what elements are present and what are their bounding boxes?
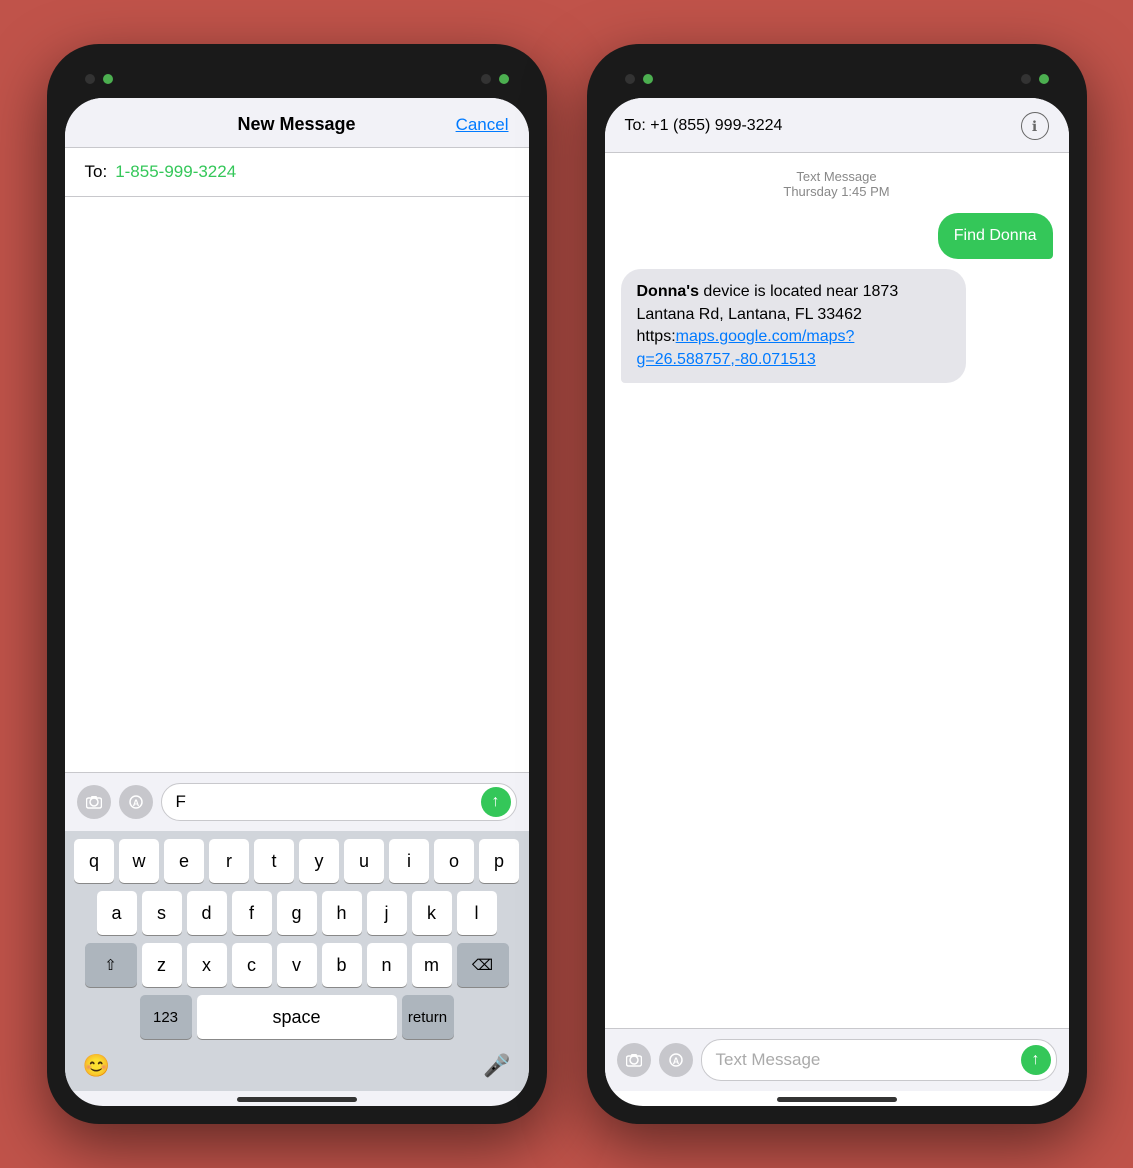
- to-field[interactable]: To: 1-855-999-3224: [65, 148, 529, 197]
- keyboard-row-1: q w e r t y u i o p: [69, 839, 525, 883]
- key-k[interactable]: k: [412, 891, 452, 935]
- dot-4: [499, 74, 509, 84]
- camera-button[interactable]: [77, 785, 111, 819]
- right-notch-bar: [605, 62, 1069, 98]
- key-p[interactable]: p: [479, 839, 519, 883]
- key-q[interactable]: q: [74, 839, 114, 883]
- svg-text:A: A: [672, 1056, 679, 1066]
- received-message-row: Donna's device is located near 1873 Lant…: [621, 269, 1053, 383]
- dot-1: [85, 74, 95, 84]
- left-notch-bar: [65, 62, 529, 98]
- keyboard-row-4: 123 space return: [69, 995, 525, 1039]
- chat-to-field: To: +1 (855) 999-3224: [625, 117, 783, 135]
- keyboard-row-2: a s d f g h j k l: [69, 891, 525, 935]
- key-space[interactable]: space: [197, 995, 397, 1039]
- message-input[interactable]: F: [161, 783, 517, 821]
- key-shift[interactable]: ⇧: [85, 943, 137, 987]
- key-123[interactable]: 123: [140, 995, 192, 1039]
- chat-text-input[interactable]: Text Message: [701, 1039, 1057, 1081]
- chat-input-bar: A Text Message: [605, 1028, 1069, 1091]
- chat-input-wrapper: Text Message: [701, 1039, 1057, 1081]
- left-home-indicator: [237, 1097, 357, 1102]
- dot-6: [643, 74, 653, 84]
- key-t[interactable]: t: [254, 839, 294, 883]
- dot-5: [625, 74, 635, 84]
- chat-to-label: To:: [625, 117, 646, 134]
- key-return[interactable]: return: [402, 995, 454, 1039]
- right-home-indicator: [777, 1097, 897, 1102]
- key-i[interactable]: i: [389, 839, 429, 883]
- nav-title: New Message: [237, 114, 355, 135]
- to-number: 1-855-999-3224: [115, 162, 236, 182]
- key-w[interactable]: w: [119, 839, 159, 883]
- keyboard-row-3: ⇧ z x c v b n m ⌫: [69, 943, 525, 987]
- chat-header: To: +1 (855) 999-3224 ℹ: [605, 98, 1069, 153]
- key-z[interactable]: z: [142, 943, 182, 987]
- key-r[interactable]: r: [209, 839, 249, 883]
- key-backspace[interactable]: ⌫: [457, 943, 509, 987]
- key-g[interactable]: g: [277, 891, 317, 935]
- apps-button[interactable]: A: [119, 785, 153, 819]
- key-m[interactable]: m: [412, 943, 452, 987]
- key-n[interactable]: n: [367, 943, 407, 987]
- right-notch-dots-left: [625, 74, 653, 84]
- right-notch-dots-right: [1021, 74, 1049, 84]
- cancel-button[interactable]: Cancel: [456, 115, 509, 135]
- left-phone: New Message Cancel To: 1-855-999-3224: [47, 44, 547, 1124]
- chat-camera-button[interactable]: [617, 1043, 651, 1077]
- key-f[interactable]: f: [232, 891, 272, 935]
- microphone-icon[interactable]: 🎤: [483, 1053, 510, 1079]
- key-e[interactable]: e: [164, 839, 204, 883]
- message-body: [65, 197, 529, 772]
- received-text-main: Donna's device is located near 1873 Lant…: [637, 283, 899, 367]
- key-b[interactable]: b: [322, 943, 362, 987]
- message-time: Thursday 1:45 PM: [621, 184, 1053, 199]
- info-button[interactable]: ℹ: [1021, 112, 1049, 140]
- maps-link[interactable]: maps.google.com/maps?g=26.588757,-80.071…: [637, 328, 855, 367]
- key-s[interactable]: s: [142, 891, 182, 935]
- chat-send-button[interactable]: [1021, 1045, 1051, 1075]
- right-phone: To: +1 (855) 999-3224 ℹ Text Message Thu…: [587, 44, 1087, 1124]
- sent-message-row: Find Donna: [621, 213, 1053, 259]
- input-wrapper: F: [161, 783, 517, 821]
- key-l[interactable]: l: [457, 891, 497, 935]
- send-button[interactable]: [481, 787, 511, 817]
- message-type: Text Message: [621, 169, 1053, 184]
- svg-text:A: A: [132, 798, 139, 808]
- dot-8: [1039, 74, 1049, 84]
- received-bubble: Donna's device is located near 1873 Lant…: [621, 269, 967, 383]
- key-v[interactable]: v: [277, 943, 317, 987]
- key-u[interactable]: u: [344, 839, 384, 883]
- to-label: To:: [85, 162, 108, 182]
- left-screen: New Message Cancel To: 1-855-999-3224: [65, 98, 529, 1106]
- key-o[interactable]: o: [434, 839, 474, 883]
- emoji-icon[interactable]: 😊: [83, 1053, 110, 1079]
- chat-phone-number: +1 (855) 999-3224: [650, 117, 782, 134]
- key-j[interactable]: j: [367, 891, 407, 935]
- chat-empty-space: [605, 607, 1069, 1029]
- key-a[interactable]: a: [97, 891, 137, 935]
- timestamp-label: Text Message Thursday 1:45 PM: [621, 169, 1053, 199]
- dot-2: [103, 74, 113, 84]
- left-notch-dots: [85, 74, 113, 84]
- dot-7: [1021, 74, 1031, 84]
- right-notch-dots: [481, 74, 509, 84]
- key-y[interactable]: y: [299, 839, 339, 883]
- keyboard: q w e r t y u i o p a s d f g h j k l: [65, 831, 529, 1091]
- dot-3: [481, 74, 491, 84]
- sent-bubble: Find Donna: [938, 213, 1053, 259]
- keyboard-bottom: 😊 🎤: [69, 1047, 525, 1087]
- input-bar: A F: [65, 772, 529, 831]
- key-d[interactable]: d: [187, 891, 227, 935]
- nav-bar: New Message Cancel: [65, 98, 529, 148]
- right-screen: To: +1 (855) 999-3224 ℹ Text Message Thu…: [605, 98, 1069, 1106]
- key-x[interactable]: x: [187, 943, 227, 987]
- key-c[interactable]: c: [232, 943, 272, 987]
- key-h[interactable]: h: [322, 891, 362, 935]
- chat-apps-button[interactable]: A: [659, 1043, 693, 1077]
- chat-messages: Text Message Thursday 1:45 PM Find Donna…: [605, 153, 1069, 607]
